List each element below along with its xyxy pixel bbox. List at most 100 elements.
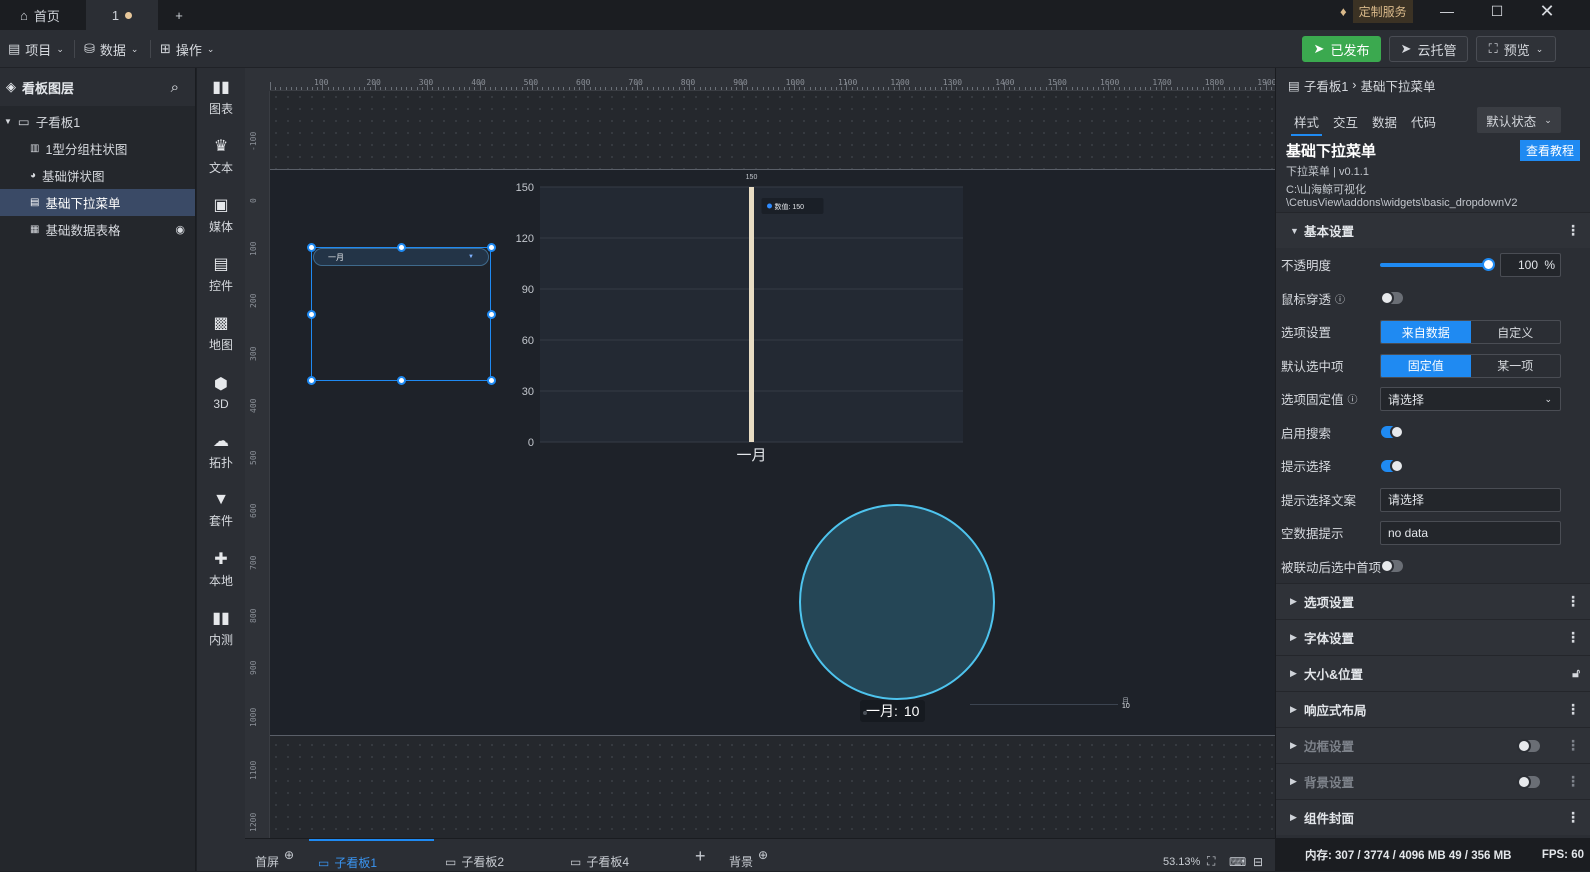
prompt-text-input[interactable]: 请选择 bbox=[1380, 487, 1561, 512]
maximize-button[interactable]: ☐ bbox=[1474, 0, 1520, 22]
component-control[interactable]: ▤ 控件 bbox=[197, 245, 245, 303]
more-vertical-icon[interactable]: ⋮ bbox=[1566, 593, 1580, 610]
board-tab-sub4[interactable]: ▭ 子看板4 bbox=[570, 839, 629, 872]
component-kit[interactable]: ▼ 套件 bbox=[197, 481, 245, 539]
default-selected-segmented[interactable]: 固定值 某一项 bbox=[1380, 353, 1561, 378]
section-background[interactable]: ▶ 背景设置 ⋮ bbox=[1276, 763, 1590, 799]
layer-item-table[interactable]: ▦ 基础数据表格 ◉ bbox=[0, 216, 195, 243]
preview-button[interactable]: ⛶ 预览 ⌄ bbox=[1476, 36, 1556, 62]
tab-style[interactable]: 样式 bbox=[1290, 112, 1323, 136]
resize-handle[interactable] bbox=[397, 243, 406, 252]
component-chart[interactable]: ▮▮ 图表 bbox=[197, 68, 245, 126]
section-font[interactable]: ▶ 字体设置 ⋮ bbox=[1276, 619, 1590, 655]
component-text[interactable]: ♛ 文本 bbox=[197, 127, 245, 185]
mouse-through-toggle[interactable] bbox=[1380, 291, 1403, 306]
minimize-button[interactable]: — bbox=[1424, 0, 1470, 22]
component-local[interactable]: ✚ 本地 bbox=[197, 540, 245, 598]
tab-home[interactable]: ⌂ 首页 bbox=[0, 0, 86, 30]
close-button[interactable]: ✕ bbox=[1524, 0, 1570, 22]
add-board-button[interactable]: + bbox=[695, 839, 706, 872]
canvas-area[interactable]: 100 200 300 400 500 600 700 800 900 1000 1100 1200 1… bbox=[245, 68, 1275, 838]
default-some-item[interactable]: 某一项 bbox=[1471, 355, 1561, 377]
search-icon[interactable]: ⌕ bbox=[171, 79, 179, 96]
cloud-hosting-button[interactable]: ➤ 云托管 bbox=[1389, 36, 1468, 62]
collapse-icon[interactable]: ⊟ bbox=[1253, 839, 1263, 872]
component-3d[interactable]: ⬢ 3D bbox=[197, 363, 245, 421]
section-size-position[interactable]: ▶ 大小&位置 🔓︎ bbox=[1276, 655, 1590, 691]
ruler-tick bbox=[752, 87, 754, 90]
more-vertical-icon[interactable]: ⋮ bbox=[1566, 629, 1580, 646]
fit-screen-icon[interactable]: ⛶ bbox=[1207, 839, 1215, 872]
sub-board[interactable]: 150 120 90 60 30 0 一月 150 数值: 150 一月 ▼ 一月: 10 月 … bbox=[270, 169, 1275, 736]
add-tab-button[interactable]: + bbox=[168, 0, 190, 30]
layer-item-bar-chart[interactable]: ▥ 1型分组柱状图 bbox=[0, 135, 195, 162]
empty-data-input[interactable]: no data bbox=[1380, 521, 1561, 545]
board-tab-sub2[interactable]: ▭ 子看板2 bbox=[445, 839, 504, 872]
layer-item-pie-chart[interactable]: ◕ 基础饼状图 bbox=[0, 162, 195, 189]
option-custom[interactable]: 自定义 bbox=[1471, 321, 1561, 343]
ruler-tick bbox=[877, 87, 879, 90]
dropdown-selection-box[interactable]: 一月 ▼ bbox=[307, 243, 496, 385]
option-fixed-select[interactable]: 请选择 ⌄ bbox=[1380, 387, 1561, 411]
layer-item-dropdown[interactable]: ▤ 基础下拉菜单 bbox=[0, 189, 195, 216]
option-from-data[interactable]: 来自数据 bbox=[1381, 321, 1471, 343]
lock-icon[interactable]: 🔓︎ bbox=[1572, 666, 1580, 681]
tab-data[interactable]: 数据 bbox=[1372, 112, 1397, 131]
section-border[interactable]: ▶ 边框设置 ⋮ bbox=[1276, 727, 1590, 763]
help-icon[interactable]: ⓘ bbox=[1335, 291, 1345, 306]
keyboard-icon[interactable]: ⌨ bbox=[1229, 839, 1246, 872]
section-options[interactable]: ▶ 选项设置 ⋮ bbox=[1276, 583, 1590, 619]
resize-handle[interactable] bbox=[487, 376, 496, 385]
resize-handle[interactable] bbox=[397, 376, 406, 385]
resize-handle[interactable] bbox=[307, 243, 316, 252]
tutorial-button[interactable]: 查看教程 bbox=[1519, 140, 1580, 161]
component-media[interactable]: ▣ 媒体 bbox=[197, 186, 245, 244]
linked-first-toggle[interactable] bbox=[1380, 559, 1403, 574]
hidden-eye-icon[interactable]: ◉ bbox=[175, 223, 185, 236]
more-vertical-icon[interactable]: ⋮ bbox=[1566, 701, 1580, 718]
enable-search-toggle[interactable] bbox=[1381, 425, 1404, 440]
opacity-slider[interactable] bbox=[1380, 263, 1488, 267]
tab-document[interactable]: 1 bbox=[86, 0, 158, 30]
state-select[interactable]: 默认状态 ⌄ bbox=[1477, 107, 1561, 133]
pie-slice[interactable] bbox=[799, 504, 995, 700]
prompt-select-toggle[interactable] bbox=[1381, 458, 1404, 473]
layer-item-board[interactable]: ▼ ▭ 子看板1 bbox=[0, 108, 195, 135]
board-tab-home[interactable]: 首屏 ⊕ bbox=[255, 839, 294, 872]
resize-handle[interactable] bbox=[487, 310, 496, 319]
menu-project[interactable]: ▤ 项目 ⌄ bbox=[8, 30, 64, 68]
menu-data[interactable]: ⛁ 数据 ⌄ bbox=[84, 30, 138, 68]
custom-service-button[interactable]: ♦ 定制服务 bbox=[1340, 0, 1413, 23]
help-icon[interactable]: ⓘ bbox=[1348, 391, 1358, 406]
section-responsive[interactable]: ▶ 响应式布局 ⋮ bbox=[1276, 691, 1590, 727]
menu-operation[interactable]: ⊞ 操作 ⌄ bbox=[160, 30, 214, 68]
tab-code[interactable]: 代码 bbox=[1411, 112, 1436, 131]
add-circle-icon[interactable]: ⊕ bbox=[284, 848, 294, 862]
bar-chart[interactable]: 150 120 90 60 30 0 一月 150 数值: 150 bbox=[505, 172, 975, 472]
more-vertical-icon[interactable]: ⋮ bbox=[1566, 737, 1580, 754]
component-beta[interactable]: ▮▮ 内测 bbox=[197, 599, 245, 657]
opacity-input[interactable]: 100 % bbox=[1500, 253, 1561, 277]
more-vertical-icon[interactable]: ⋮ bbox=[1566, 773, 1580, 790]
resize-handle[interactable] bbox=[487, 243, 496, 252]
opacity-slider-thumb[interactable] bbox=[1482, 258, 1495, 271]
background-toggle[interactable] bbox=[1517, 774, 1540, 789]
board-tab-background[interactable]: 背景 ⊕ bbox=[729, 839, 768, 872]
tab-interaction[interactable]: 交互 bbox=[1333, 112, 1358, 131]
more-vertical-icon[interactable]: ⋮ bbox=[1566, 809, 1580, 826]
section-basic[interactable]: ▼ 基本设置 ⋮ bbox=[1276, 212, 1590, 248]
more-vertical-icon[interactable]: ⋮ bbox=[1566, 222, 1580, 239]
default-fixed-value[interactable]: 固定值 bbox=[1381, 354, 1471, 377]
option-source-segmented[interactable]: 来自数据 自定义 bbox=[1380, 320, 1561, 344]
publish-button[interactable]: ➤ 已发布 bbox=[1302, 36, 1381, 62]
add-circle-icon[interactable]: ⊕ bbox=[758, 848, 768, 862]
resize-handle[interactable] bbox=[307, 310, 316, 319]
border-toggle[interactable] bbox=[1517, 738, 1540, 753]
board-tab-sub1[interactable]: ▭ 子看板1 bbox=[309, 839, 434, 872]
resize-handle[interactable] bbox=[307, 376, 316, 385]
section-cover[interactable]: ▶ 组件封面 ⋮ bbox=[1276, 799, 1590, 835]
breadcrumb-parent[interactable]: 子看板1 bbox=[1304, 76, 1348, 95]
component-topology[interactable]: ☁ 拓扑 bbox=[197, 422, 245, 480]
component-map[interactable]: ▩ 地图 bbox=[197, 304, 245, 362]
ruler-tick bbox=[458, 87, 460, 90]
